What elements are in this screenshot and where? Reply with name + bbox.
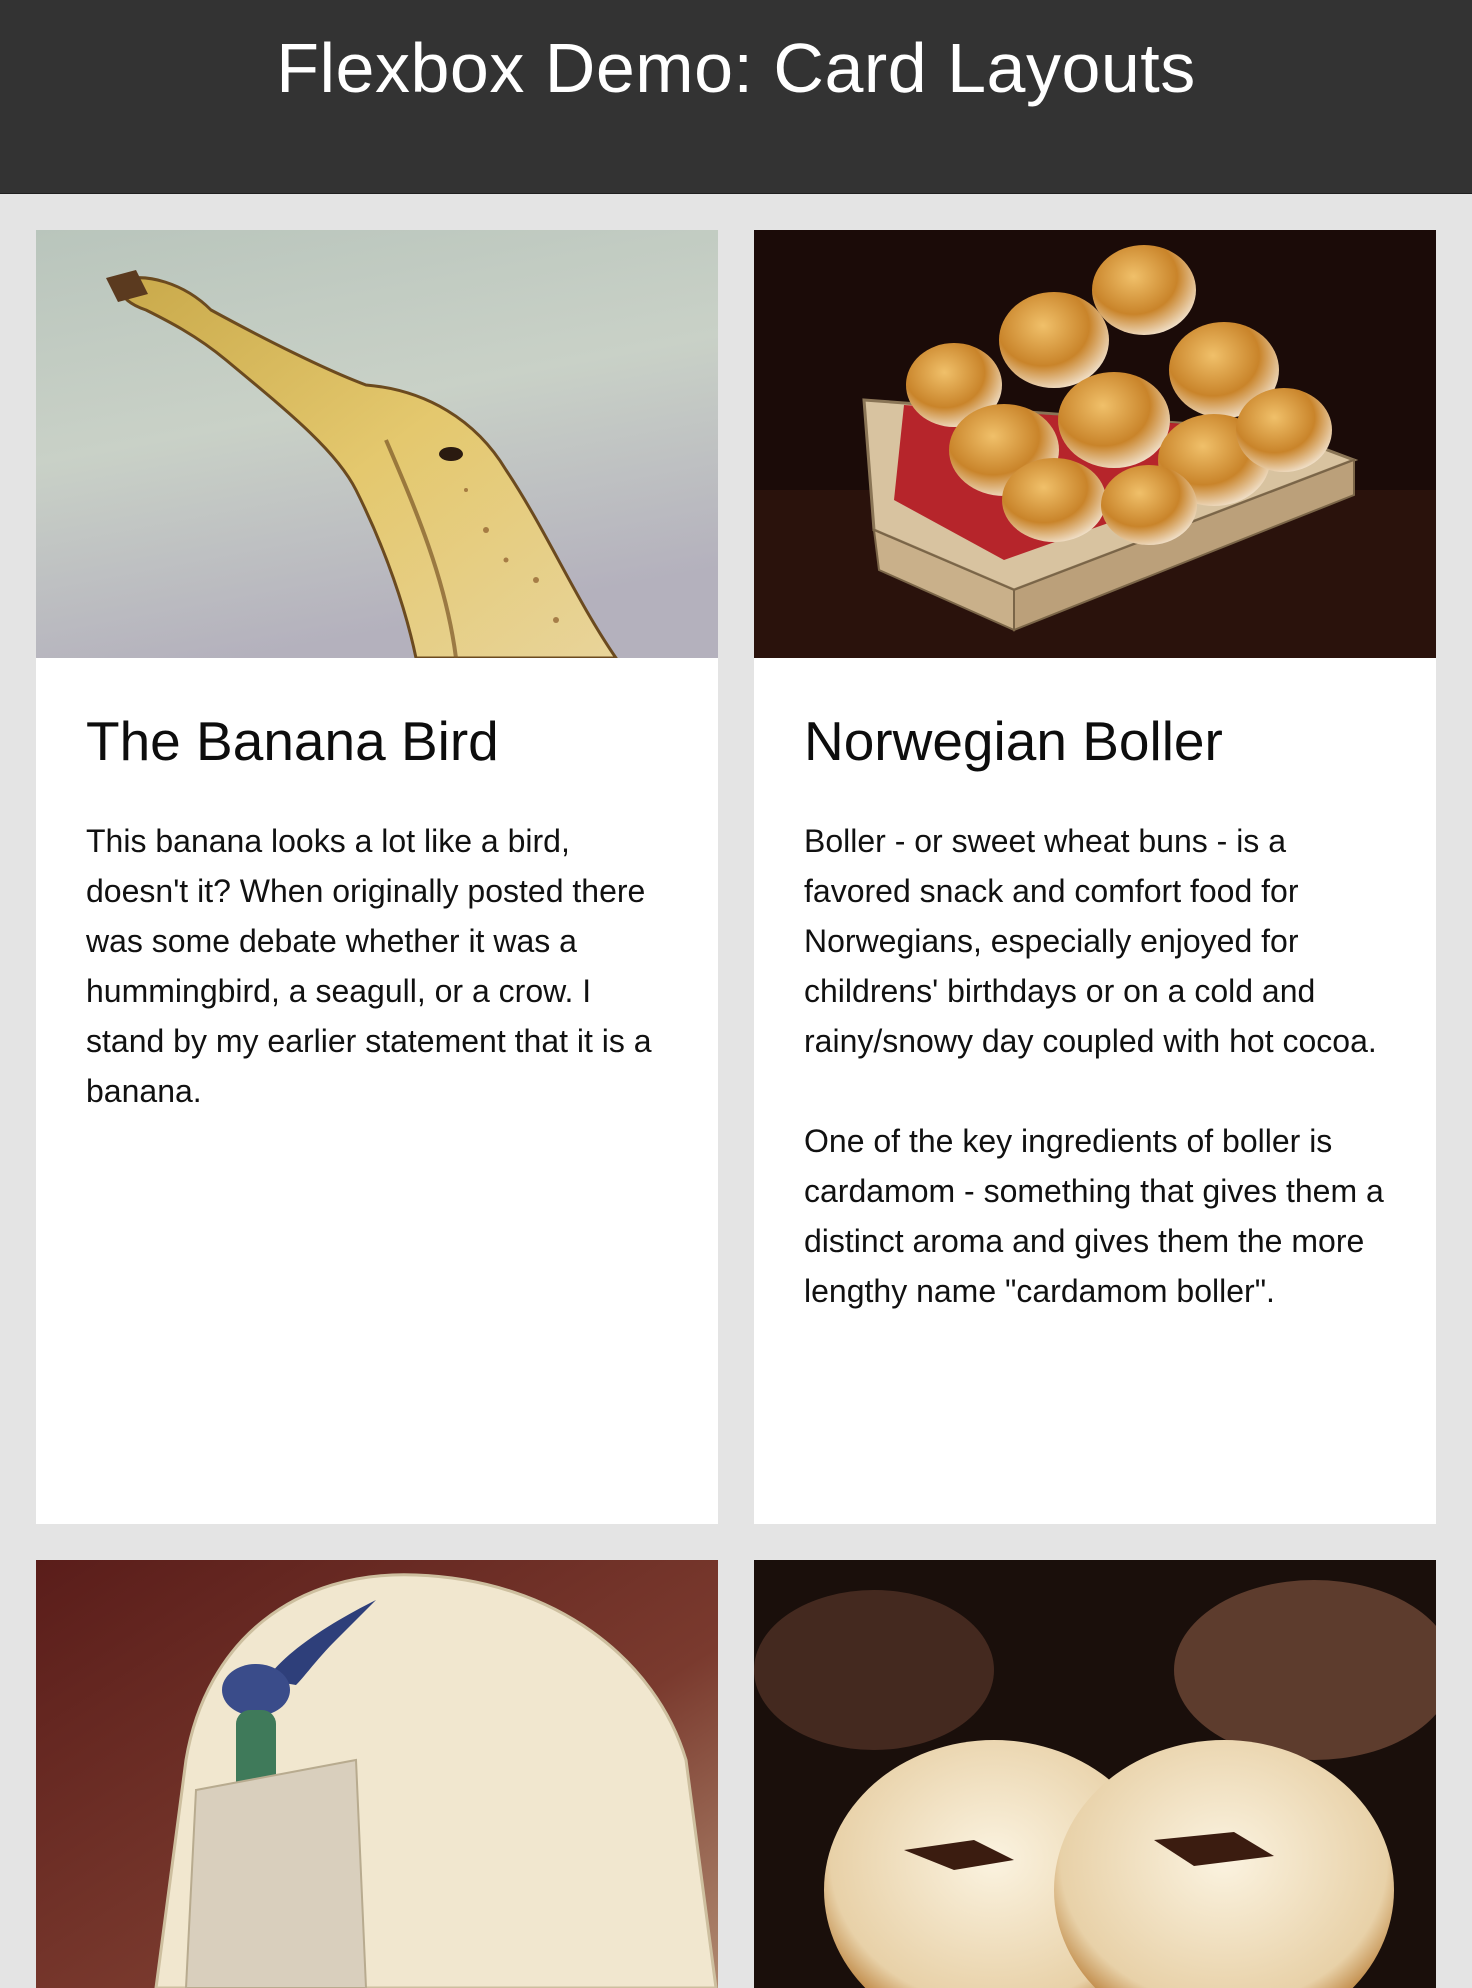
boller-basket-photo-icon (754, 230, 1436, 658)
card-paragraph: Boller - or sweet wheat buns - is a favo… (804, 823, 1377, 1059)
card: Norwegian Boller Boller - or sweet wheat… (754, 230, 1436, 1524)
card-text: This banana looks a lot like a bird, doe… (86, 816, 668, 1116)
card (36, 1560, 718, 1988)
card (754, 1560, 1436, 1988)
card-title: The Banana Bird (86, 710, 499, 772)
page-title: Flexbox Demo: Card Layouts (276, 29, 1196, 107)
dinosaur-toy-photo-icon (36, 1560, 718, 1988)
card-title: Norwegian Boller (804, 710, 1223, 772)
card-text: Boller - or sweet wheat buns - is a favo… (804, 816, 1386, 1316)
card: The Banana Bird This banana looks a lot … (36, 230, 718, 1524)
card-body: The Banana Bird This banana looks a lot … (36, 658, 718, 1524)
chocolate-bun-photo-icon (754, 1560, 1436, 1988)
card-body: Norwegian Boller Boller - or sweet wheat… (754, 658, 1436, 1524)
banana-photo-icon (36, 230, 718, 658)
page-header: Flexbox Demo: Card Layouts (0, 0, 1472, 194)
card-paragraph: This banana looks a lot like a bird, doe… (86, 823, 652, 1109)
card-paragraph: One of the key ingredients of boller is … (804, 1123, 1384, 1309)
card-grid: The Banana Bird This banana looks a lot … (36, 230, 1436, 1988)
